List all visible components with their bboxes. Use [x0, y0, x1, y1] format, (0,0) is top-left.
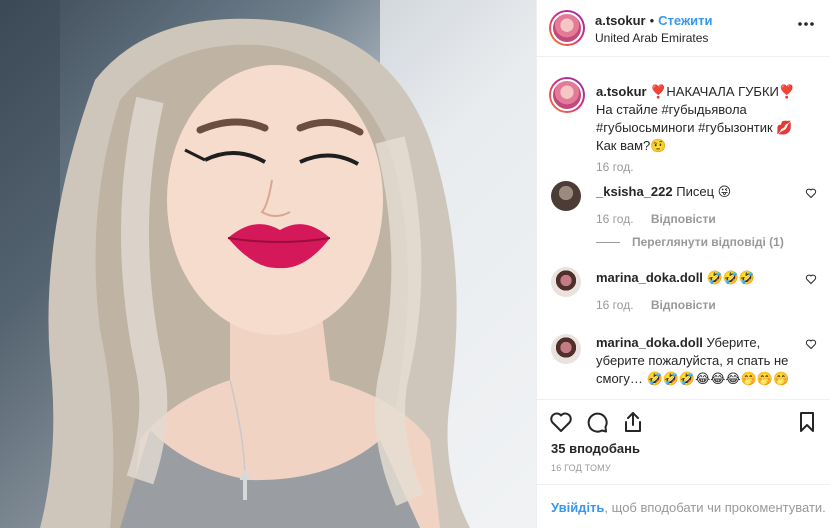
comment-avatar[interactable]	[551, 181, 581, 211]
caption-username[interactable]: a.tsokur	[596, 84, 647, 99]
comment-text: marina_doka.doll 🤣🤣🤣	[596, 269, 811, 287]
replies-divider	[596, 242, 620, 244]
caption-meta: 16 год.	[596, 160, 634, 174]
login-link[interactable]: Увійдіть	[551, 500, 604, 515]
author-username[interactable]: a.tsokur	[595, 13, 646, 28]
comment-like-icon[interactable]	[805, 338, 817, 350]
comment-text: _ksisha_222 Писец 😜	[596, 183, 811, 201]
author-avatar[interactable]	[549, 10, 585, 46]
reply-button[interactable]: Відповісти	[651, 298, 716, 312]
author-line: a.tsokur • Стежити	[595, 13, 713, 28]
comment-username[interactable]: _ksisha_222	[596, 184, 673, 199]
comment-like-icon[interactable]	[805, 187, 817, 199]
login-prompt-text: , щоб вподобати чи прокоментувати.	[604, 500, 826, 515]
comment-avatar[interactable]	[551, 334, 581, 364]
caption-time[interactable]: 16 год.	[596, 160, 634, 174]
comment-avatar[interactable]	[551, 267, 581, 297]
follow-button[interactable]: Стежити	[658, 13, 712, 28]
comment-icon[interactable]	[585, 410, 609, 434]
comment-time[interactable]: 16 год.	[596, 212, 634, 226]
comment-username[interactable]: marina_doka.doll	[596, 270, 703, 285]
heart-icon[interactable]	[549, 410, 573, 434]
comment-body: 🤣🤣🤣	[706, 270, 756, 285]
view-replies-label: Переглянути відповіді (1)	[632, 235, 784, 249]
share-icon[interactable]	[621, 410, 645, 434]
bookmark-icon[interactable]	[795, 410, 819, 434]
post-photo[interactable]	[0, 0, 536, 528]
view-replies-button[interactable]: Переглянути відповіді (1)	[596, 235, 784, 249]
comment-body: Писец 😜	[676, 184, 732, 199]
post-details-panel: a.tsokur • Стежити United Arab Emirates a.…	[536, 0, 830, 528]
post-time[interactable]: 16 ГОД ТОМУ	[551, 463, 611, 473]
likes-count[interactable]: 35 вподобань	[551, 441, 640, 456]
more-icon[interactable]	[796, 18, 816, 30]
comment-time[interactable]: 16 год.	[596, 298, 634, 312]
post-header: a.tsokur • Стежити United Arab Emirates	[537, 0, 830, 57]
post-photo-illustration	[0, 0, 536, 528]
comment-text: marina_doka.doll Уберите, уберите пожалу…	[596, 334, 811, 388]
login-prompt: Увійдіть, щоб вподобати чи прокоментуват…	[537, 484, 830, 528]
comment-meta: 16 год. Відповісти	[596, 212, 716, 226]
reply-button[interactable]: Відповісти	[651, 212, 716, 226]
comments-list[interactable]: a.tsokur ❣️НАКАЧАЛА ГУБКИ❣️ На стайле #г…	[537, 57, 830, 399]
location-link[interactable]: United Arab Emirates	[595, 31, 708, 45]
separator-dot: •	[649, 13, 655, 28]
post-actions	[537, 399, 830, 443]
comment-meta: 16 год. Відповісти	[596, 298, 716, 312]
comment-username[interactable]: marina_doka.doll	[596, 335, 703, 350]
comment-like-icon[interactable]	[805, 273, 817, 285]
caption-text: a.tsokur ❣️НАКАЧАЛА ГУБКИ❣️ На стайле #г…	[596, 83, 811, 155]
caption-avatar[interactable]	[549, 77, 585, 113]
